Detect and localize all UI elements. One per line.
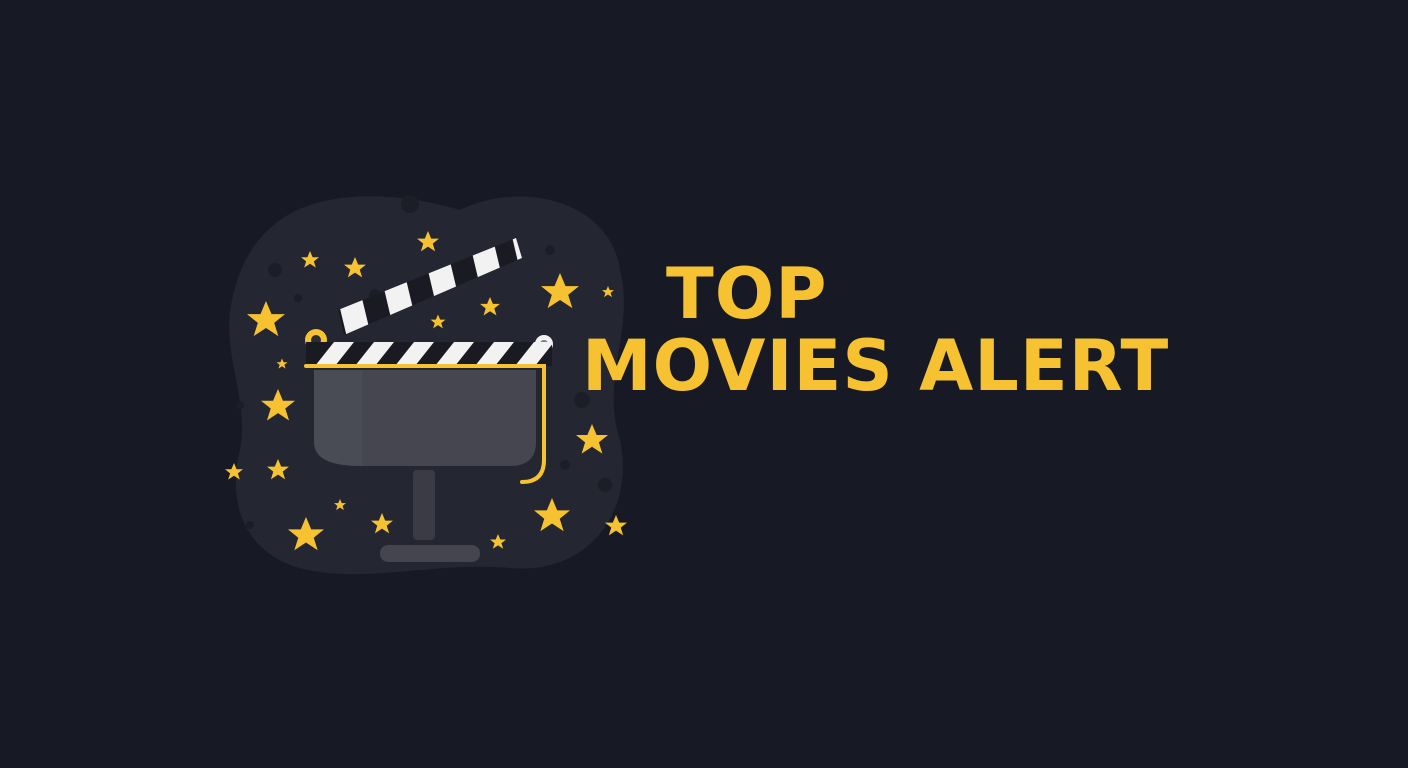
title-line-top: TOP [666,253,828,335]
title-line-movies-alert: MOVIES ALERT [582,325,1170,408]
stand-base [380,545,480,562]
stand-pole [413,470,435,540]
brand-title: TOP MOVIES ALERT [582,258,1169,402]
logo-canvas: TOP MOVIES ALERT [0,0,1408,768]
clapper-bar [306,342,552,366]
